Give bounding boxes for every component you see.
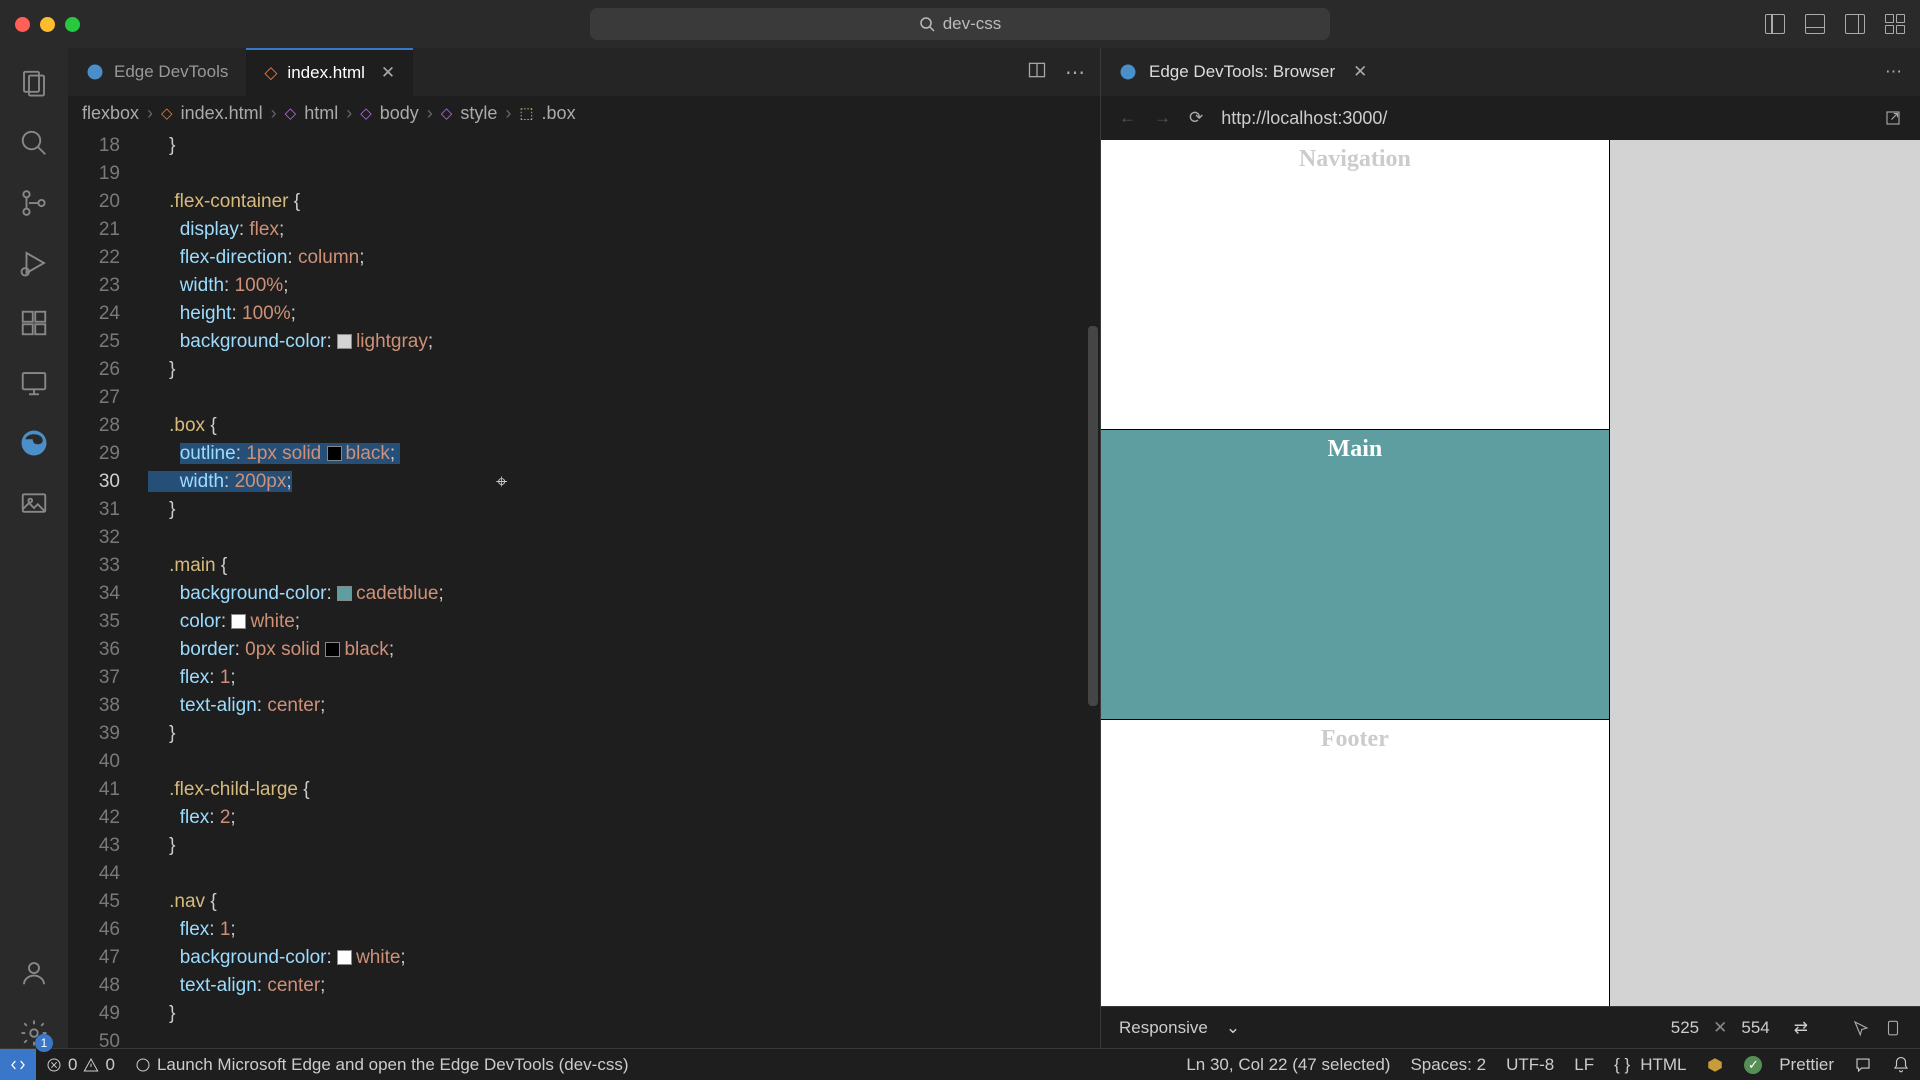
eslint-icon[interactable] bbox=[1696, 1056, 1734, 1074]
tab-edge-devtools[interactable]: Edge DevTools bbox=[68, 48, 246, 96]
search-icon bbox=[919, 16, 935, 32]
language-mode[interactable]: { }HTML bbox=[1604, 1055, 1696, 1075]
toggle-secondary-sidebar-icon[interactable] bbox=[1845, 14, 1865, 34]
browser-reload-icon[interactable]: ⟳ bbox=[1189, 108, 1203, 128]
responsive-selector[interactable]: Responsive bbox=[1119, 1018, 1208, 1038]
cursor-position[interactable]: Ln 30, Col 22 (47 selected) bbox=[1176, 1055, 1400, 1075]
rotate-icon[interactable]: ⇄ bbox=[1794, 1018, 1808, 1038]
run-debug-icon[interactable] bbox=[19, 248, 49, 278]
problems-indicator[interactable]: 0 0 bbox=[36, 1055, 125, 1075]
settings-badge: 1 bbox=[35, 1034, 53, 1052]
html-file-icon: ◇ bbox=[264, 63, 277, 83]
page-main-box: Main bbox=[1101, 430, 1609, 720]
devtools-tab[interactable]: Edge DevTools: Browser ✕ ⋯ bbox=[1101, 48, 1920, 96]
crumb-body[interactable]: body bbox=[380, 103, 419, 124]
crumb-style[interactable]: style bbox=[460, 103, 497, 124]
maximize-window[interactable] bbox=[65, 17, 80, 32]
devtools-icon bbox=[86, 63, 104, 81]
image-icon[interactable] bbox=[19, 488, 49, 518]
crumb-folder[interactable]: flexbox bbox=[82, 103, 139, 124]
notifications-icon[interactable] bbox=[1882, 1056, 1920, 1074]
statusbar: 0 0 Launch Microsoft Edge and open the E… bbox=[0, 1048, 1920, 1080]
close-devtools-tab-icon[interactable]: ✕ bbox=[1353, 62, 1367, 82]
close-tab-icon[interactable]: ✕ bbox=[381, 63, 395, 83]
browser-forward-icon[interactable]: → bbox=[1154, 108, 1171, 128]
devtools-inspect-icon[interactable] bbox=[1852, 1019, 1870, 1037]
crumb-file[interactable]: index.html bbox=[181, 103, 263, 124]
settings-gear-icon[interactable]: 1 bbox=[19, 1018, 49, 1048]
remote-indicator[interactable] bbox=[0, 1049, 36, 1080]
indentation[interactable]: Spaces: 2 bbox=[1400, 1055, 1496, 1075]
scrollbar[interactable] bbox=[1086, 130, 1100, 1048]
activity-bar: 1 bbox=[0, 48, 68, 1048]
customize-layout-icon[interactable] bbox=[1885, 14, 1905, 34]
eol[interactable]: LF bbox=[1564, 1055, 1604, 1075]
encoding[interactable]: UTF-8 bbox=[1496, 1055, 1564, 1075]
workspace-name: dev-css bbox=[943, 14, 1002, 34]
search-icon[interactable] bbox=[19, 128, 49, 158]
remote-explorer-icon[interactable] bbox=[19, 368, 49, 398]
prettier-status[interactable]: ✓ Prettier bbox=[1734, 1055, 1844, 1075]
page-footer-box: Footer bbox=[1101, 720, 1609, 1006]
scrollbar-thumb[interactable] bbox=[1088, 326, 1098, 706]
extensions-icon[interactable] bbox=[19, 308, 49, 338]
tab-label: Edge DevTools bbox=[114, 62, 228, 82]
launch-message[interactable]: Launch Microsoft Edge and open the Edge … bbox=[125, 1055, 639, 1075]
more-actions-icon[interactable]: ⋯ bbox=[1065, 60, 1085, 85]
browser-back-icon[interactable]: ← bbox=[1119, 108, 1136, 128]
edge-icon bbox=[1119, 63, 1137, 81]
editor-tabs: Edge DevTools ◇ index.html ✕ ⋯ bbox=[68, 48, 1100, 96]
close-window[interactable] bbox=[15, 17, 30, 32]
explorer-icon[interactable] bbox=[19, 68, 49, 98]
crumb-box[interactable]: .box bbox=[542, 103, 576, 124]
minimize-window[interactable] bbox=[40, 17, 55, 32]
devtools-device-icon[interactable] bbox=[1884, 1019, 1902, 1037]
code-editor[interactable]: 1819202122232425262728293031323334353637… bbox=[68, 130, 1100, 1048]
dimension-separator: ✕ bbox=[1713, 1018, 1727, 1038]
breadcrumb[interactable]: flexbox› ◇index.html› ◇html› ◇body› ◇sty… bbox=[68, 96, 1100, 130]
devtools-statusbar: Responsive ⌄ 525 ✕ 554 ⇄ bbox=[1101, 1006, 1920, 1048]
browser-viewport[interactable]: Navigation Main Footer bbox=[1101, 140, 1920, 1006]
devtools-browser-panel: Edge DevTools: Browser ✕ ⋯ ← → ⟳ http://… bbox=[1100, 48, 1920, 1048]
source-control-icon[interactable] bbox=[19, 188, 49, 218]
feedback-icon[interactable] bbox=[1844, 1056, 1882, 1074]
address-bar[interactable]: http://localhost:3000/ bbox=[1221, 108, 1387, 129]
open-external-icon[interactable] bbox=[1884, 109, 1902, 127]
tab-index-html[interactable]: ◇ index.html ✕ bbox=[246, 48, 413, 96]
chevron-down-icon[interactable]: ⌄ bbox=[1226, 1018, 1240, 1038]
tab-label: index.html bbox=[287, 63, 364, 83]
viewport-width[interactable]: 525 bbox=[1671, 1018, 1699, 1038]
code-content[interactable]: } .flex-container { display: flex; flex-… bbox=[148, 130, 1100, 1048]
toggle-panel-icon[interactable] bbox=[1805, 14, 1825, 34]
viewport-height[interactable]: 554 bbox=[1741, 1018, 1769, 1038]
crumb-html[interactable]: html bbox=[304, 103, 338, 124]
line-numbers: 1819202122232425262728293031323334353637… bbox=[68, 130, 148, 1048]
edge-devtools-icon[interactable] bbox=[19, 428, 49, 458]
traffic-lights[interactable] bbox=[15, 17, 80, 32]
devtools-tab-label: Edge DevTools: Browser bbox=[1149, 62, 1335, 82]
toggle-primary-sidebar-icon[interactable] bbox=[1765, 14, 1785, 34]
accounts-icon[interactable] bbox=[19, 958, 49, 988]
devtools-more-icon[interactable]: ⋯ bbox=[1885, 62, 1902, 82]
split-editor-icon[interactable] bbox=[1027, 60, 1047, 80]
page-nav-box: Navigation bbox=[1101, 140, 1609, 430]
devtools-toolbar: ← → ⟳ http://localhost:3000/ bbox=[1101, 96, 1920, 140]
command-center[interactable]: dev-css bbox=[590, 8, 1330, 40]
